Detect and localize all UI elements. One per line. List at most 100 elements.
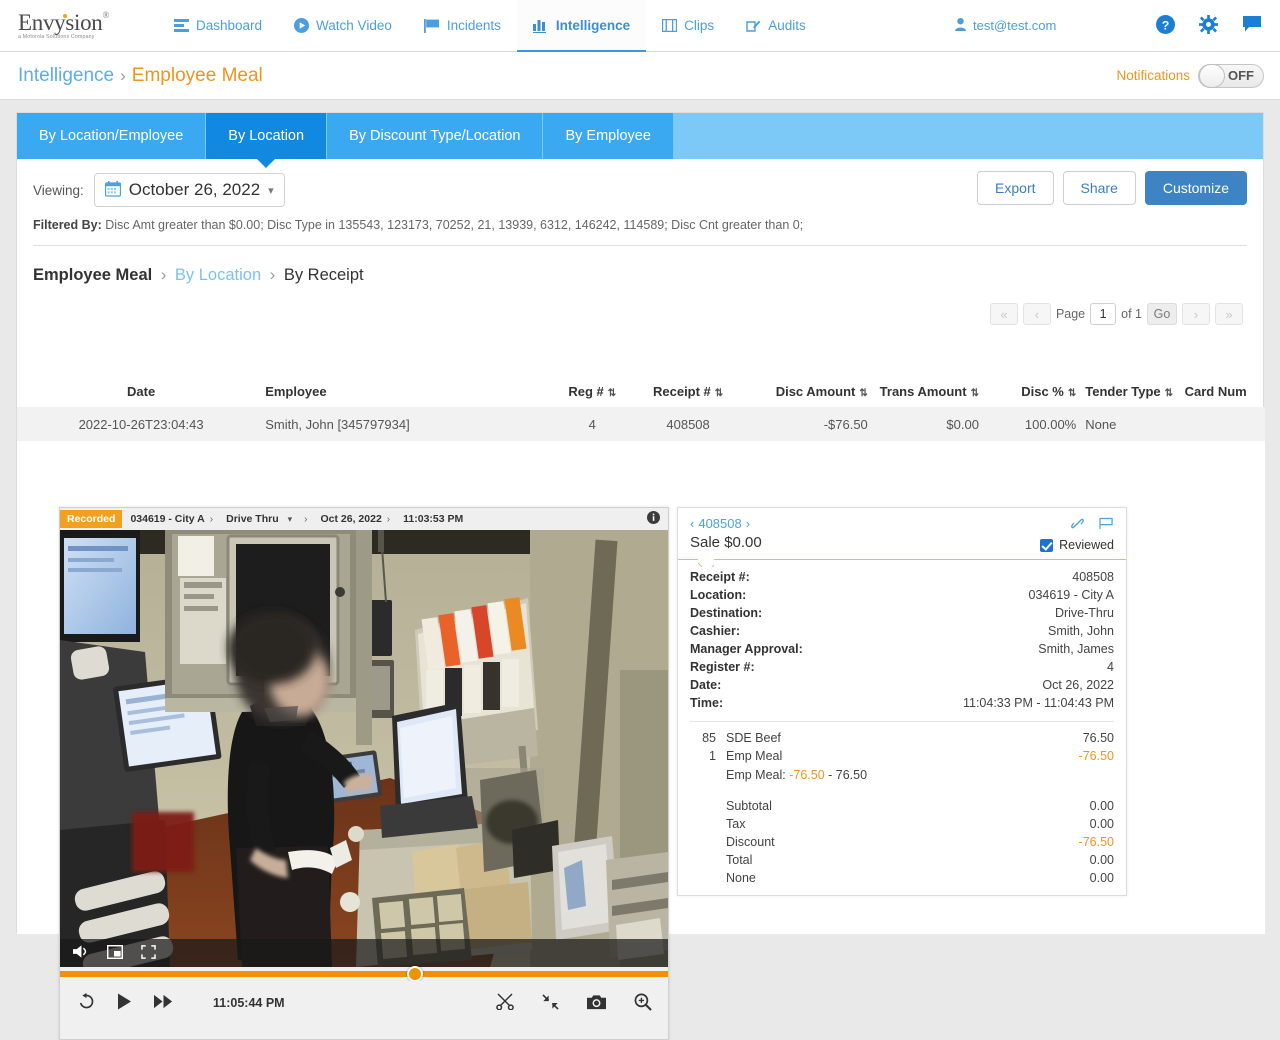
video-destination[interactable]: Drive Thru [226, 513, 279, 525]
total-amount: 0.00 [1089, 817, 1114, 831]
last-page-button[interactable]: » [1215, 303, 1243, 325]
date-picker-button[interactable]: October 26, 2022 ▾ [93, 173, 285, 207]
column-header-trans-amount[interactable]: Trans Amount ⇅ [868, 384, 979, 399]
receipt-field-row: Register #: 4 [690, 658, 1114, 676]
prev-page-button[interactable]: ‹ [1022, 303, 1051, 325]
fullscreen-icon[interactable] [141, 944, 156, 962]
nav-item-intelligence[interactable]: Intelligence [516, 0, 647, 53]
first-page-button[interactable]: « [989, 303, 1018, 325]
cell-reg: 4 [588, 416, 596, 432]
column-header-reg[interactable]: Reg # ⇅ [550, 384, 634, 399]
nav-item-clips[interactable]: Clips [646, 0, 730, 52]
top-navigation-bar: Envysion® a Motorola Solutions Company D… [0, 0, 1280, 53]
customize-button[interactable]: Customize [1144, 171, 1247, 205]
notifications-toggle[interactable]: OFF [1198, 63, 1264, 88]
sort-icon[interactable]: ⇅ [971, 388, 979, 399]
gear-icon[interactable] [1199, 14, 1218, 37]
envysion-logo[interactable]: Envysion® a Motorola Solutions Company [18, 9, 130, 40]
tab-by-employee[interactable]: By Employee [543, 113, 674, 159]
receipt-total-row: Tax 0.00 [690, 815, 1114, 833]
go-button[interactable]: Go [1147, 303, 1177, 325]
sort-icon[interactable]: ⇅ [715, 388, 723, 399]
total-name: Subtotal [726, 799, 772, 813]
video-start-time: 11:03:53 PM [403, 513, 464, 525]
cell-date: 2022-10-26T23:04:43 [78, 416, 204, 432]
volume-icon[interactable] [72, 944, 89, 962]
receipt-navigator: ‹ 408508 › [690, 516, 1114, 531]
chevron-down-icon: ▾ [268, 184, 274, 197]
chevron-down-icon[interactable]: ▾ [288, 514, 293, 525]
edit-square-icon [746, 19, 761, 33]
play-icon[interactable] [117, 993, 132, 1013]
nav-item-incidents[interactable]: Incidents [408, 0, 517, 52]
next-page-button[interactable]: › [1182, 303, 1210, 325]
field-key: Location: [690, 588, 747, 602]
collapse-icon[interactable] [542, 993, 559, 1013]
filtered-by-text: Disc Amt greater than $0.00; Disc Type i… [105, 218, 804, 232]
receipt-field-row: Cashier: Smith, John [690, 622, 1114, 640]
video-frame[interactable] [60, 530, 668, 967]
column-header-date[interactable]: Date [17, 384, 265, 399]
fast-forward-icon[interactable] [154, 994, 173, 1012]
sub-breadcrumb-by-location[interactable]: By Location [175, 266, 261, 284]
pagination: « ‹ Page of 1 Go › » [989, 303, 1243, 325]
receipt-prev-button[interactable]: ‹ [690, 516, 694, 531]
receipt-line-item: 1 Emp Meal -76.50 [690, 747, 1114, 765]
user-account[interactable]: test@test.com [955, 17, 1056, 34]
column-header-employee[interactable]: Employee [265, 384, 550, 399]
column-header-card-num[interactable]: Card Num [1176, 384, 1265, 399]
field-value: Oct 26, 2022 [1042, 678, 1114, 692]
scrubber-handle[interactable] [407, 966, 423, 982]
magnifier-icon[interactable] [634, 993, 652, 1014]
scrubber-track[interactable] [60, 971, 668, 977]
breadcrumb-intelligence[interactable]: Intelligence [18, 65, 114, 87]
link-icon[interactable] [1070, 517, 1085, 533]
page-label: Page [1055, 307, 1086, 321]
nav-item-watch-video[interactable]: Watch Video [278, 0, 408, 52]
help-icon[interactable]: ? [1156, 14, 1175, 37]
chat-icon[interactable] [1242, 15, 1262, 36]
table-row[interactable]: 2022-10-26T23:04:43 Smith, John [3457979… [17, 407, 1265, 441]
film-icon [662, 19, 678, 32]
breadcrumb-employee-meal: Employee Meal [131, 64, 263, 86]
sort-icon[interactable]: ⇅ [1068, 388, 1076, 399]
reviewed-checkbox-group[interactable]: Reviewed [1040, 538, 1114, 552]
scissors-icon[interactable] [496, 993, 514, 1013]
logo-tagline: a Motorola Solutions Company [18, 33, 95, 40]
field-key: Time: [690, 696, 724, 710]
camera-icon[interactable] [587, 994, 606, 1013]
sort-icon[interactable]: ⇅ [859, 388, 867, 399]
nav-item-dashboard[interactable]: Dashboard [158, 0, 278, 52]
flag-icon[interactable] [1099, 517, 1114, 533]
total-amount: 0.00 [1089, 853, 1114, 867]
export-button[interactable]: Export [977, 171, 1054, 205]
page-number-input[interactable] [1090, 303, 1117, 325]
video-scrubber[interactable] [60, 966, 668, 982]
field-key: Receipt #: [690, 570, 750, 584]
tab-by-location-employee[interactable]: By Location/Employee [17, 113, 207, 159]
tab-by-location[interactable]: By Location [206, 113, 328, 168]
field-key: Manager Approval: [690, 642, 803, 656]
column-header-receipt[interactable]: Receipt # ⇅ [634, 384, 741, 399]
picture-in-picture-icon[interactable] [106, 944, 124, 962]
total-name: Discount [726, 835, 775, 849]
sort-icon[interactable]: ⇅ [608, 388, 616, 399]
tab-by-discount-type-location[interactable]: By Discount Type/Location [327, 113, 544, 159]
receipt-next-button[interactable]: › [746, 516, 750, 531]
rewind-icon[interactable] [78, 993, 95, 1013]
info-icon[interactable] [647, 511, 660, 527]
column-header-label: Reg # [568, 383, 604, 399]
receipt-number-link[interactable]: 408508 [698, 516, 741, 531]
column-header-disc-pct[interactable]: Disc % ⇅ [979, 384, 1076, 399]
share-button[interactable]: Share [1062, 171, 1136, 205]
total-name: Tax [726, 817, 746, 831]
item-amount: -76.50 [1078, 749, 1114, 763]
cell-trans-amount: $0.00 [946, 416, 979, 432]
notifications-control[interactable]: Notifications OFF [1116, 63, 1264, 88]
logo-wordmark: Envysion [18, 9, 103, 35]
reviewed-checkbox[interactable] [1040, 538, 1054, 552]
nav-item-audits[interactable]: Audits [730, 0, 822, 52]
sort-icon[interactable]: ⇅ [1165, 388, 1173, 399]
column-header-tender-type[interactable]: Tender Type ⇅ [1076, 384, 1175, 399]
column-header-disc-amount[interactable]: Disc Amount ⇅ [742, 384, 868, 399]
